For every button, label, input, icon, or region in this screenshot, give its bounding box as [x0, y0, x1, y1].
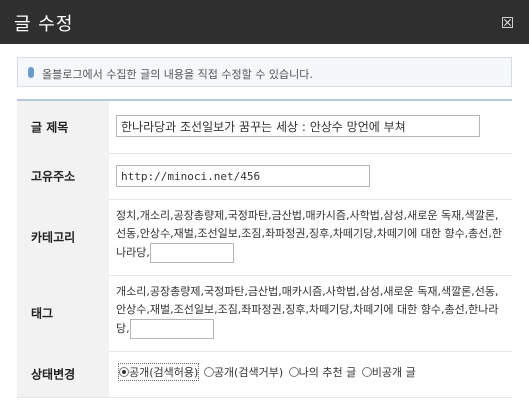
radio-icon	[203, 367, 214, 377]
close-icon[interactable]	[502, 17, 513, 28]
radio-public-unsearchable[interactable]: 공개(검색거부)	[203, 364, 283, 380]
url-input[interactable]	[116, 165, 370, 187]
category-row: 카테고리 정치,개소리,공장총량제,국정파탄,금산법,매카시즘,사학법,삼성,새…	[17, 199, 512, 276]
radio-my-recommend[interactable]: 나의 추천 글	[288, 364, 356, 380]
title-input[interactable]	[116, 115, 480, 137]
radio-private[interactable]: 비공개 글	[361, 364, 416, 380]
status-label: 상태변경	[17, 351, 109, 397]
category-label: 카테고리	[17, 199, 109, 275]
tags-row: 태그 개소리,공장총량제,국정파탄,금산법,매카시즘,사학법,삼성,새로운 독재…	[17, 275, 512, 352]
title-label: 글 제목	[17, 101, 109, 153]
category-list: 정치,개소리,공장총량제,국정파탄,금산법,매카시즘,사학법,삼성,새로운 독재…	[116, 207, 506, 263]
status-row: 상태변경 공개(검색허용) 공개(검색거부) 나의 추천 글 비공개 글	[17, 351, 512, 398]
radio-selected-icon	[119, 367, 129, 377]
status-radio-group: 공개(검색허용) 공개(검색거부) 나의 추천 글 비공개 글	[117, 363, 418, 381]
dialog-titlebar: 글 수정	[0, 0, 529, 44]
tags-label: 태그	[17, 275, 109, 351]
radio-public-searchable[interactable]: 공개(검색허용)	[117, 363, 200, 381]
category-input[interactable]	[149, 243, 234, 263]
notice-text: 올블로그에서 수집한 글의 내용을 직접 수정할 수 있습니다.	[42, 68, 313, 81]
title-row: 글 제목	[17, 101, 512, 154]
url-label: 고유주소	[17, 153, 109, 199]
tags-list: 개소리,공장총량제,국정파탄,금산법,매카시즘,사학법,삼성,새로운 독재,색깔…	[116, 283, 506, 339]
url-row: 고유주소	[17, 153, 512, 200]
tags-input[interactable]	[129, 319, 214, 339]
radio-icon	[288, 367, 299, 377]
edit-form: 글 제목 고유주소 카테고리 정치,개소리,공장총량제,국정파탄,금산법,매카시…	[17, 99, 512, 405]
dialog-title: 글 수정	[14, 14, 74, 35]
info-bullet-icon	[28, 67, 34, 78]
radio-icon	[361, 367, 372, 377]
info-notice: 올블로그에서 수집한 글의 내용을 직접 수정할 수 있습니다.	[17, 57, 512, 87]
